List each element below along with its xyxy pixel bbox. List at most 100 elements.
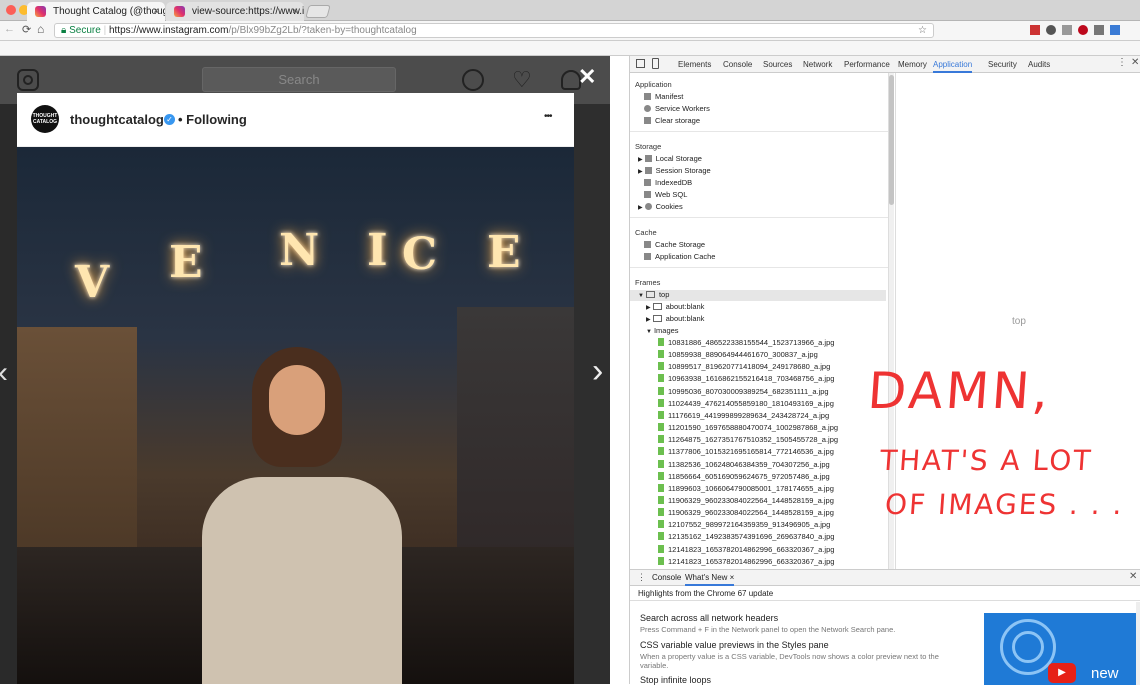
tab-sources[interactable]: Sources	[763, 56, 792, 73]
extension-icon[interactable]	[1030, 25, 1040, 35]
image-file-name: 11899603_1066064790085001_178174655_a.jp…	[668, 483, 834, 493]
extension-icon[interactable]	[1110, 25, 1120, 35]
post-modal: THOUGHT CATALOG thoughtcatalog ✓ • Follo…	[17, 93, 574, 684]
grid-icon	[644, 253, 651, 260]
tree-item-about-blank[interactable]: ▶ about:blank	[646, 302, 704, 313]
image-file-item[interactable]: 11201590_1697658880470074_1002987868_a.j…	[658, 423, 838, 433]
next-post-arrow[interactable]: ›	[592, 352, 603, 391]
image-file-item[interactable]: 10995036_807030009389254_682351111_a.jpg	[658, 386, 829, 397]
close-window-button[interactable]	[6, 5, 16, 15]
inspect-element-icon[interactable]	[636, 59, 645, 68]
devtools-menu-icon[interactable]: ⋮	[1117, 57, 1127, 68]
expand-arrow-icon[interactable]: ▶	[646, 305, 651, 311]
tab-security[interactable]: Security	[988, 56, 1017, 73]
image-file-item[interactable]: 11024439_476214055859180_1810493169_a.jp…	[658, 398, 834, 409]
drawer-scrollbar[interactable]	[1136, 602, 1140, 685]
expand-arrow-icon[interactable]: ▶	[646, 317, 651, 323]
tree-item-cache-storage[interactable]: Cache Storage	[644, 240, 705, 250]
tree-item-session-storage[interactable]: ▶ Session Storage	[638, 166, 711, 177]
tree-item-cookies[interactable]: ▶ Cookies	[638, 202, 683, 213]
youtube-play-icon[interactable]: ▶	[1048, 663, 1076, 683]
tree-item-web-sql[interactable]: Web SQL	[644, 190, 687, 200]
instagram-favicon-icon	[174, 6, 185, 17]
expand-arrow-icon[interactable]: ▶	[638, 169, 643, 175]
image-file-icon	[658, 544, 664, 553]
image-file-item[interactable]: 11856664_605169059624675_972057486_a.jpg	[658, 471, 830, 482]
tree-item-about-blank[interactable]: ▶ about:blank	[646, 314, 704, 325]
tab-memory[interactable]: Memory	[898, 56, 927, 73]
image-file-item[interactable]: 12141823_1653782014862996_663320367_a.jp…	[658, 556, 834, 567]
image-file-item[interactable]: 12135162_1492383574391696_269637840_a.jp…	[658, 532, 834, 542]
tab-elements[interactable]: Elements	[678, 56, 711, 73]
back-button[interactable]: ←	[4, 23, 15, 35]
expand-arrow-icon[interactable]: ▼	[646, 329, 652, 335]
explore-compass-icon[interactable]	[462, 69, 484, 91]
more-options-icon[interactable]: •••	[544, 111, 552, 122]
background-post-right	[574, 104, 610, 684]
new-tab-button[interactable]	[305, 5, 331, 18]
browser-tab-view-source[interactable]: view-source:https://www.insta ×	[166, 2, 304, 21]
secure-label: Secure	[69, 25, 101, 36]
following-button[interactable]: • Following	[178, 112, 247, 127]
close-modal-button[interactable]: ✕	[578, 64, 596, 90]
image-file-item[interactable]: 10859938_889064944461670_300837_a.jpg	[658, 350, 818, 360]
extension-icon[interactable]	[1046, 25, 1056, 35]
image-file-item[interactable]: 11264875_1627351767510352_1505455728_a.j…	[658, 435, 838, 445]
expand-arrow-icon[interactable]: ▶	[638, 157, 643, 163]
url-input[interactable]: 🔒︎ Secure | https://www.instagram.com/p/…	[54, 23, 934, 38]
tree-item-indexeddb[interactable]: IndexedDB	[644, 178, 692, 188]
bookmark-star-icon[interactable]: ☆	[918, 24, 927, 37]
drawer-tab-console[interactable]: Console	[652, 573, 681, 582]
tab-console[interactable]: Console	[723, 56, 752, 73]
image-file-item[interactable]: 10963938_1616862155216418_703468756_a.jp…	[658, 374, 834, 384]
tree-item-clear-storage[interactable]: Clear storage	[644, 116, 700, 126]
tree-item-manifest[interactable]: Manifest	[644, 92, 683, 102]
image-file-item[interactable]: 12107552_989972164359359_913496905_a.jpg	[658, 520, 830, 530]
avatar[interactable]: THOUGHT CATALOG	[31, 105, 59, 133]
drawer-tab-bar: ⋮ Console What's New × ✕	[630, 570, 1140, 586]
tab-audits[interactable]: Audits	[1028, 56, 1050, 73]
image-file-item[interactable]: 11176619_441999899289634_243428724_a.jpg	[658, 410, 830, 421]
tab-performance[interactable]: Performance	[844, 56, 890, 73]
tree-item-frame-top[interactable]: ▼ top	[630, 290, 886, 301]
instagram-logo-icon[interactable]	[17, 69, 39, 91]
drawer-close-icon[interactable]: ✕	[1129, 571, 1137, 582]
tree-item-images-folder[interactable]: ▼ Images	[646, 326, 679, 337]
username-link[interactable]: thoughtcatalog	[70, 112, 164, 127]
image-file-item[interactable]: 11906329_960233084022564_1448528159_a.jp…	[658, 508, 834, 518]
drawer-menu-icon[interactable]: ⋮	[637, 572, 646, 583]
expand-arrow-icon[interactable]: ▼	[638, 293, 644, 299]
tree-item-application-cache[interactable]: Application Cache	[644, 252, 715, 262]
tab-close-icon[interactable]: ×	[153, 2, 159, 21]
close-tab-icon[interactable]: ×	[730, 573, 735, 582]
image-file-name: 11176619_441999899289634_243428724_a.jpg	[668, 410, 830, 420]
image-file-item[interactable]: 12141823_1653782014862996_663320367_a.jp…	[658, 544, 834, 555]
tab-application[interactable]: Application	[933, 56, 973, 73]
sign-letter: N	[279, 225, 320, 276]
heart-icon[interactable]: ♡	[512, 67, 532, 93]
extension-icon[interactable]	[1062, 25, 1072, 35]
tree-item-service-workers[interactable]: Service Workers	[644, 104, 710, 114]
image-file-item[interactable]: 10831886_486522338155544_1523713966_a.jp…	[658, 338, 834, 348]
image-file-item[interactable]: 11899603_1066064790085001_178174655_a.jp…	[658, 483, 834, 494]
reload-button[interactable]: ⟳	[22, 23, 31, 36]
tab-network[interactable]: Network	[803, 56, 832, 73]
image-file-item[interactable]: 11906329_960233084022564_1448528159_a.jp…	[658, 495, 834, 506]
devtools-close-icon[interactable]: ✕	[1131, 57, 1139, 68]
previous-post-arrow[interactable]: ‹	[0, 356, 8, 390]
browser-tab-instagram[interactable]: Thought Catalog (@thoughtca ×	[27, 2, 165, 21]
image-file-item[interactable]: 10899517_819620771418094_249178680_a.jpg	[658, 362, 830, 372]
device-toolbar-icon[interactable]	[652, 58, 659, 69]
url-path: /p/Blx99bZg2Lb/?taken-by=thoughtcatalog	[228, 25, 417, 36]
image-file-item[interactable]: 11382536_1062480463843​59_704307256_a.jp…	[658, 459, 830, 470]
search-input[interactable]: Search	[202, 67, 396, 92]
home-button[interactable]: ⌂	[37, 22, 44, 36]
extension-icon[interactable]	[1094, 25, 1104, 35]
whats-new-video[interactable]: ▶ new	[984, 613, 1136, 685]
image-file-item[interactable]: 11377806_1015321695165814_772146536_a.jp…	[658, 447, 834, 457]
expand-arrow-icon[interactable]: ▶	[638, 205, 643, 211]
pinterest-icon[interactable]	[1078, 25, 1088, 35]
tab-close-icon[interactable]: ×	[292, 2, 298, 21]
drawer-tab-whats-new[interactable]: What's New ×	[685, 570, 735, 586]
tree-item-local-storage[interactable]: ▶ Local Storage	[638, 154, 702, 165]
